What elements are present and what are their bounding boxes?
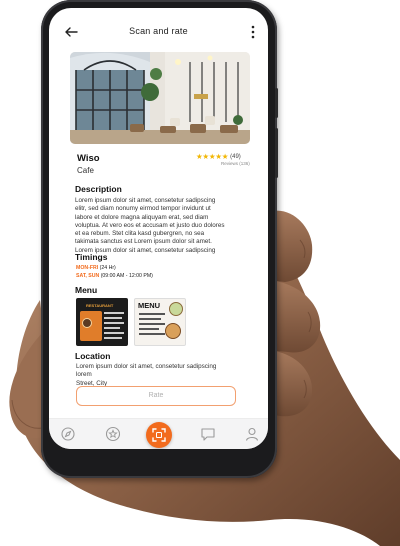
- timing-days: SAT, SUN: [76, 273, 100, 279]
- cafe-photo: [70, 52, 250, 144]
- timing-days: MON-FRI: [76, 265, 99, 271]
- timing-row: MON-FRI (24 Hr): [76, 265, 116, 271]
- description-line: et ea rebum. Stet clita kasd gubergren, …: [75, 230, 205, 238]
- description-line: takimata sanctus est Lorem ipsum dolor s…: [75, 238, 212, 246]
- user-icon[interactable]: [243, 425, 261, 443]
- location-line: Lorem ipsum dolor sit amet, consetetur s…: [76, 363, 217, 379]
- description-line: elitr, sed diam nonumy eirmod tempor inv…: [75, 205, 211, 213]
- timing-hours: (24 Hr): [98, 265, 116, 271]
- rating: ★★★★★ (49): [196, 152, 241, 161]
- compass-icon[interactable]: [59, 425, 77, 443]
- description-text: Lorem ipsum dolor sit amet, consetetur s…: [75, 197, 247, 255]
- timing-hours: (09:00 AM - 12:00 PM): [99, 273, 153, 279]
- star-icon[interactable]: [104, 425, 122, 443]
- cafe-type: Cafe: [77, 166, 94, 175]
- location-title: Location: [75, 351, 111, 361]
- menu-card-light[interactable]: MENU: [134, 298, 186, 346]
- app-screen: Scan and rate Wiso Cafe ★★★★★ (49) Revie…: [49, 8, 268, 449]
- description-title: Description: [75, 184, 122, 194]
- more-vertical-icon[interactable]: [250, 25, 256, 39]
- description-line: labore et dolore magna aliquyam erat, se…: [75, 213, 209, 221]
- menu-card-dark[interactable]: RESTAURANT: [76, 298, 128, 346]
- rating-count: (49): [230, 153, 241, 160]
- phone-side-button: [275, 128, 278, 178]
- dish-icon: [165, 323, 181, 339]
- rate-button[interactable]: Rate: [76, 386, 236, 406]
- location-text: Lorem ipsum dolor sit amet, consetetur s…: [76, 363, 226, 388]
- app-header: Scan and rate: [49, 22, 268, 44]
- menu-title: Menu: [75, 285, 98, 295]
- description-line: Lorem ipsum dolor sit amet, consetetur s…: [75, 197, 216, 204]
- page-title: Scan and rate: [129, 26, 188, 36]
- dish-icon: [82, 318, 92, 328]
- chat-icon[interactable]: [199, 425, 217, 443]
- menu-card-heading: RESTAURANT: [86, 303, 114, 308]
- description-line: voluptua. At vero eos et accusam et just…: [75, 221, 225, 229]
- scan-icon: [152, 428, 166, 442]
- reviews-link[interactable]: Reviews (136): [221, 161, 250, 166]
- scan-button[interactable]: [146, 422, 172, 448]
- cafe-name: Wiso: [77, 153, 100, 164]
- star-rating-icon: ★★★★★: [196, 152, 229, 161]
- timings-title: Timings: [75, 252, 108, 262]
- menu-card-heading: MENU: [138, 301, 161, 310]
- timing-row: SAT, SUN (09:00 AM - 12:00 PM): [76, 273, 153, 279]
- dish-icon: [169, 302, 183, 316]
- phone-side-button: [275, 88, 278, 118]
